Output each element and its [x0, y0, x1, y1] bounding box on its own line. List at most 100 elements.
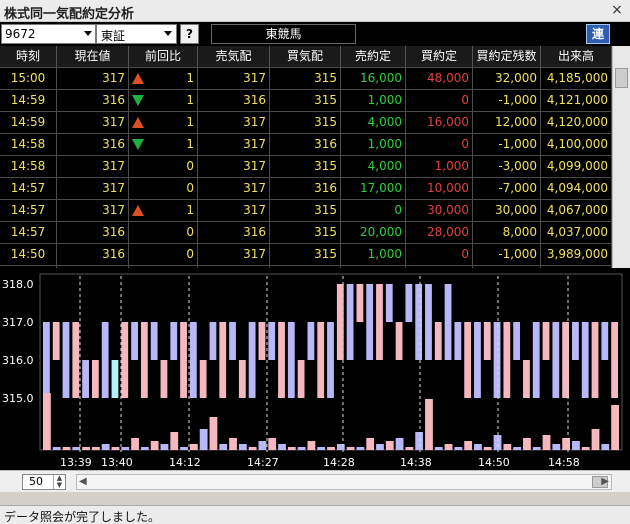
- table-row[interactable]: 14:59 316 1 316 315 1,000 0 -1,000 4,121,000: [0, 90, 612, 112]
- volume-bar: [287, 447, 296, 450]
- x-tick-label: 14:12: [169, 456, 201, 469]
- cell-balance: 8,000: [473, 222, 541, 244]
- volume-bar: [601, 444, 610, 450]
- volume-bar: [366, 438, 375, 450]
- table-row[interactable]: 14:57 317 0 317 316 17,000 10,000 -7,000 4,094,0…: [0, 178, 612, 200]
- volume-bar: [356, 447, 365, 450]
- chevron-down-icon[interactable]: [84, 31, 92, 36]
- price-bar: [82, 360, 89, 398]
- volume-bar: [229, 438, 237, 450]
- cell-price: 316: [57, 222, 129, 244]
- volume-bar: [140, 447, 149, 450]
- volume-bar: [238, 444, 247, 450]
- cell-ask: 317: [198, 156, 270, 178]
- stock-code-combobox[interactable]: 9672: [1, 24, 96, 44]
- column-header-ask[interactable]: 売気配: [198, 46, 270, 68]
- volume-bar: [189, 444, 198, 450]
- cell-balance: -1,000: [473, 90, 541, 112]
- cell-volume: 3,989,000: [541, 244, 612, 266]
- volume-bar: [62, 447, 71, 450]
- cell-volume: 4,094,000: [541, 178, 612, 200]
- table-row[interactable]: 14:57 317 1 317 315 0 30,000 30,000 4,067,000: [0, 200, 612, 222]
- volume-bar: [121, 447, 130, 450]
- price-bar: [287, 322, 295, 398]
- column-header-time[interactable]: 時刻: [0, 46, 57, 68]
- table-header: 時刻 現在値 前回比 売気配 買気配 売約定 買約定 買約定残数 出来高: [0, 46, 612, 68]
- change-value: 1: [186, 115, 194, 129]
- price-bar: [307, 322, 315, 360]
- volume-bar: [434, 447, 443, 450]
- price-bar: [327, 322, 334, 398]
- price-bar: [366, 284, 374, 360]
- price-bar: [405, 284, 413, 322]
- x-tick-label: 14:38: [400, 456, 432, 469]
- price-bar: [229, 322, 236, 360]
- column-header-volume[interactable]: 出来高: [541, 46, 612, 68]
- column-header-sell-volume[interactable]: 売約定: [341, 46, 406, 68]
- stock-code-value: 9672: [5, 27, 36, 41]
- x-tick-label: 14:28: [323, 456, 355, 469]
- volume-bar: [493, 435, 502, 450]
- help-button[interactable]: ?: [180, 24, 199, 44]
- scroll-thumb[interactable]: [615, 68, 628, 88]
- table-row[interactable]: 14:59 317 1 317 315 4,000 16,000 12,000 4,120,00…: [0, 112, 612, 134]
- volume-bar: [591, 429, 600, 450]
- chart-horizontal-scrollbar[interactable]: ◀ ▶: [76, 474, 612, 490]
- table-row[interactable]: 14:58 316 1 317 316 1,000 0 -1,000 4,100,000: [0, 134, 612, 156]
- table-row[interactable]: 14:50 316 0 317 315 1,000 0 -1,000 3,989,000: [0, 244, 612, 266]
- chart-svg: 318.0 317.0 316.0 315.0 13:39 13:40 14:12 14:27…: [2, 273, 623, 469]
- cell-balance: 32,000: [473, 68, 541, 90]
- cell-balance: -7,000: [473, 178, 541, 200]
- column-header-price[interactable]: 現在値: [57, 46, 129, 68]
- volume-bar: [474, 444, 482, 450]
- cell-change: 1: [129, 112, 198, 134]
- column-header-bid[interactable]: 買気配: [270, 46, 341, 68]
- volume-bar: [572, 441, 580, 450]
- cell-volume: 4,099,000: [541, 156, 612, 178]
- cell-time: 14:57: [0, 222, 57, 244]
- table-row[interactable]: 14:57 316 0 316 315 20,000 28,000 8,000 4,037,00…: [0, 222, 612, 244]
- price-bar: [532, 322, 540, 398]
- cell-time: 15:00: [0, 68, 57, 90]
- cell-price: 316: [57, 90, 129, 112]
- cell-ask: 317: [198, 244, 270, 266]
- market-value: 東証: [101, 29, 126, 43]
- price-bar: [415, 284, 423, 360]
- scroll-left-icon[interactable]: ◀: [79, 475, 87, 489]
- volume-bar: [581, 447, 590, 450]
- price-bar: [209, 322, 217, 360]
- price-bar: [591, 322, 599, 398]
- table-vertical-scrollbar[interactable]: [612, 46, 630, 268]
- column-header-change[interactable]: 前回比: [129, 46, 198, 68]
- price-bar: [170, 322, 178, 360]
- volume-bar: [513, 447, 522, 450]
- column-header-balance[interactable]: 買約定残数: [473, 46, 541, 68]
- volume-bar: [72, 447, 81, 450]
- close-icon[interactable]: ×: [610, 2, 624, 18]
- price-bar: [346, 284, 354, 360]
- volume-bar: [248, 447, 257, 450]
- display-count-stepper[interactable]: 50 ▲ ▼: [22, 474, 66, 490]
- volume-bar: [131, 438, 139, 450]
- y-tick-label: 315.0: [2, 392, 34, 405]
- price-bar: [52, 322, 60, 360]
- y-tick-label: 318.0: [2, 278, 34, 291]
- table-row[interactable]: 14:58 317 0 317 315 4,000 1,000 -3,000 4,099,000: [0, 156, 612, 178]
- price-bar: [552, 322, 560, 398]
- volume-bar: [503, 444, 512, 450]
- link-button[interactable]: 連: [586, 24, 610, 44]
- volume-bar: [91, 447, 100, 450]
- volume-bar: [542, 435, 551, 450]
- cell-bid: 315: [270, 244, 341, 266]
- cell-volume: 4,037,000: [541, 222, 612, 244]
- chevron-down-icon[interactable]: [164, 31, 172, 36]
- market-select[interactable]: 東証: [96, 24, 177, 44]
- column-header-buy-volume[interactable]: 買約定: [406, 46, 473, 68]
- price-bar: [72, 322, 80, 398]
- window-titlebar: 株式同一気配約定分析 ×: [0, 0, 630, 22]
- scroll-right-icon[interactable]: ▶: [601, 475, 609, 489]
- cell-sell-volume: 0: [341, 200, 406, 222]
- table-row[interactable]: 15:00 317 1 317 315 16,000 48,000 32,000 4,185,0…: [0, 68, 612, 90]
- cell-price: 317: [57, 112, 129, 134]
- stepper-arrows-icon[interactable]: ▲ ▼: [53, 475, 65, 489]
